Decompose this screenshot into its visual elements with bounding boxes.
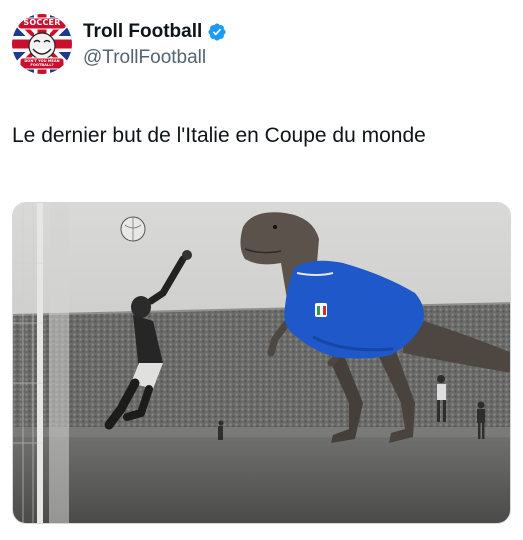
display-name[interactable]: Troll Football <box>83 21 202 43</box>
avatar-text-bottom: DON'T YOU MEAN FOOTBALL? <box>24 59 60 68</box>
verified-badge-icon <box>207 22 227 42</box>
avatar-text-top: SOCCER <box>23 18 61 27</box>
tweet-text: Le dernier but de l'Italie en Coupe du m… <box>12 124 426 147</box>
photo <box>13 203 510 523</box>
avatar[interactable]: SOCCER DON'T YOU MEAN FOOTBALL? <box>12 14 72 74</box>
tweet-header: SOCCER DON'T YOU MEAN FOOTBALL? Troll Fo… <box>12 14 512 78</box>
name-row: Troll Football <box>83 20 227 44</box>
author-block: Troll Football @TrollFootball <box>83 20 227 69</box>
handle[interactable]: @TrollFootball <box>83 47 227 69</box>
tweet-card: SOCCER DON'T YOU MEAN FOOTBALL? Troll Fo… <box>0 0 523 540</box>
tweet-media[interactable] <box>12 202 511 524</box>
